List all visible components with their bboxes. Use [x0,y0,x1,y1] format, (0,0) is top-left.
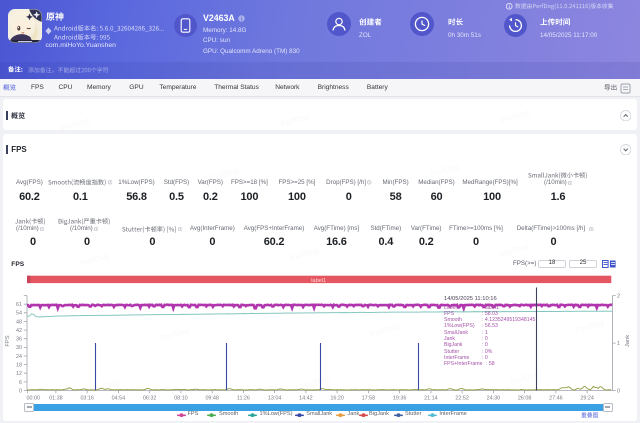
svg-text:18: 18 [16,363,22,369]
svg-text:54: 54 [16,311,22,317]
svg-text:61: 61 [16,302,22,308]
svg-text:00:00: 00:00 [27,396,41,402]
svg-text:0: 0 [617,388,620,394]
svg-text:09:48: 09:48 [205,396,219,402]
svg-text:19:36: 19:36 [393,396,407,402]
svg-text:FPS: FPS [5,335,11,346]
svg-text:48: 48 [16,319,22,325]
svg-text:6: 6 [19,380,22,386]
svg-text:24: 24 [16,354,22,360]
svg-text:12: 12 [16,371,22,377]
svg-text:36: 36 [16,337,22,343]
svg-text:30: 30 [16,345,22,351]
svg-text:01:38: 01:38 [49,396,63,402]
svg-text:06:32: 06:32 [143,396,157,402]
svg-text:Jank: Jank [625,335,631,347]
svg-text:26:08: 26:08 [518,396,532,402]
svg-text:42: 42 [16,328,22,334]
svg-text:13:04: 13:04 [268,396,282,402]
svg-text:1: 1 [617,341,620,347]
svg-text:24:30: 24:30 [487,396,501,402]
svg-text:21:14: 21:14 [424,396,438,402]
svg-text:22:52: 22:52 [455,396,469,402]
svg-text:08:10: 08:10 [174,396,188,402]
svg-text:03:16: 03:16 [80,396,94,402]
svg-text:label1: label1 [311,278,326,284]
svg-text:04:54: 04:54 [112,396,126,402]
svg-text:11:26: 11:26 [237,396,250,402]
svg-text:29:24: 29:24 [580,396,594,402]
svg-text:14:42: 14:42 [299,396,313,402]
svg-text:2: 2 [617,294,620,300]
svg-text:17:58: 17:58 [362,396,376,402]
svg-text:16:20: 16:20 [330,396,344,402]
svg-text:0: 0 [19,388,22,394]
svg-text:27:46: 27:46 [549,396,563,402]
